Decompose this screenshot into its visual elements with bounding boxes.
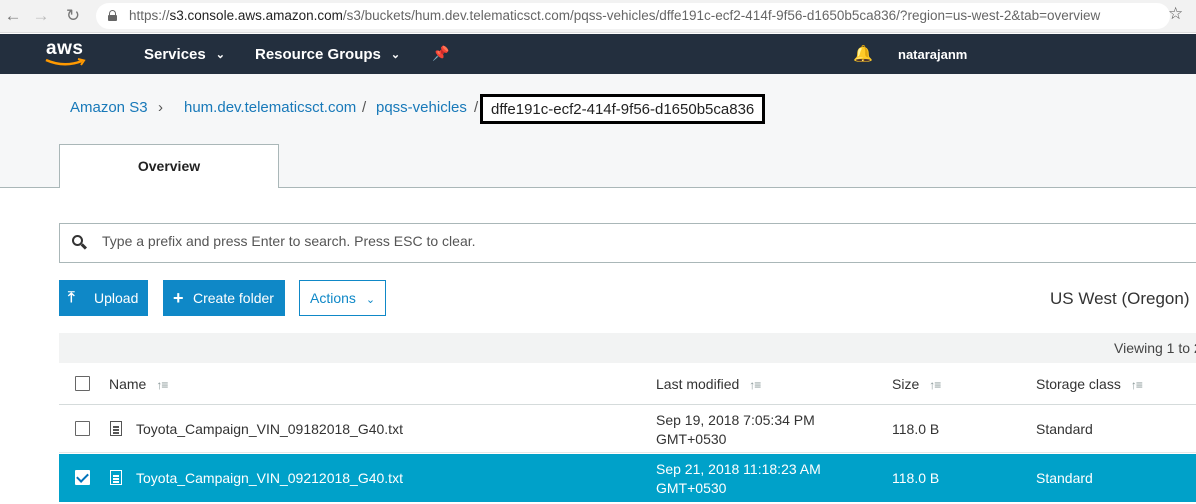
storage-class: Standard <box>1036 421 1093 437</box>
pin-icon[interactable]: 📌 <box>432 45 449 62</box>
aws-logo[interactable]: aws <box>45 38 90 68</box>
forward-arrow-icon[interactable]: → <box>30 5 52 27</box>
back-arrow-icon[interactable]: ← <box>2 5 24 27</box>
breadcrumb-separator: › <box>158 99 163 116</box>
sort-icon[interactable]: ↑≡ <box>929 378 941 392</box>
tab-divider <box>279 187 1196 188</box>
storage-class: Standard <box>1036 470 1093 486</box>
file-size: 118.0 B <box>892 470 940 486</box>
plus-icon: + <box>173 288 184 308</box>
aws-navbar: aws Services ⌄ Resource Groups ⌄ 📌 🔔 natar… <box>0 34 1196 74</box>
tab-overview[interactable]: Overview <box>59 144 279 188</box>
breadcrumb-current: dffe191c-ecf2-414f-9f56-d1650b5ca836 <box>480 94 766 124</box>
file-name-link[interactable]: Toyota_Campaign_VIN_09182018_G40.txt <box>136 421 403 437</box>
search-box <box>59 223 1196 263</box>
url-text[interactable]: https://s3.console.aws.amazon.com/s3/buc… <box>129 8 1100 23</box>
select-all-checkbox[interactable] <box>75 376 90 391</box>
user-menu[interactable]: natarajanm <box>898 47 967 62</box>
last-modified-tz: GMT+0530 <box>656 431 727 447</box>
search-input[interactable] <box>102 233 1182 249</box>
file-icon <box>110 421 122 436</box>
chevron-down-icon: ⌄ <box>365 294 376 306</box>
breadcrumb-separator: / <box>362 99 367 116</box>
file-size: 118.0 B <box>892 421 940 437</box>
last-modified-date: Sep 19, 2018 7:05:34 PM <box>656 412 815 428</box>
breadcrumb-folder[interactable]: pqss-vehicles <box>376 99 467 116</box>
last-modified-tz: GMT+0530 <box>656 480 727 496</box>
chevron-down-icon: ⌄ <box>215 49 225 61</box>
table-row-selected[interactable]: Toyota_Campaign_VIN_09212018_G40.txt Sep… <box>59 454 1196 502</box>
column-header-size[interactable]: Size ↑≡ <box>892 376 941 392</box>
breadcrumb-bucket[interactable]: hum.dev.telematicsct.com <box>184 99 356 116</box>
lock-icon <box>108 10 117 21</box>
sort-icon[interactable]: ↑≡ <box>156 378 168 392</box>
aws-smile-icon <box>45 58 86 66</box>
tab-divider <box>0 187 59 188</box>
upload-button[interactable]: ⤒ Upload <box>59 280 148 316</box>
row-checkbox[interactable] <box>75 470 90 485</box>
browser-toolbar: ← → ↻ https://s3.console.aws.amazon.com/… <box>0 0 1196 33</box>
row-checkbox[interactable] <box>75 421 90 436</box>
breadcrumb-amazon-s3[interactable]: Amazon S3 <box>70 99 148 116</box>
bell-icon[interactable]: 🔔 <box>853 44 873 64</box>
star-icon[interactable]: ☆ <box>1168 4 1183 24</box>
services-menu[interactable]: Services ⌄ <box>144 46 225 63</box>
last-modified-date: Sep 21, 2018 11:18:23 AM <box>656 461 821 477</box>
file-name-link[interactable]: Toyota_Campaign_VIN_09212018_G40.txt <box>136 470 403 486</box>
create-folder-button[interactable]: + Create folder <box>163 280 285 316</box>
address-bar[interactable]: https://s3.console.aws.amazon.com/s3/buc… <box>96 3 1170 29</box>
column-header-last-modified[interactable]: Last modified ↑≡ <box>656 376 761 392</box>
region-label: US West (Oregon) <box>1050 289 1190 308</box>
chevron-down-icon: ⌄ <box>390 49 401 61</box>
breadcrumb-separator: / <box>474 99 479 116</box>
sort-icon[interactable]: ↑≡ <box>1131 378 1143 392</box>
sort-icon[interactable]: ↑≡ <box>749 378 761 392</box>
actions-button[interactable]: Actions ⌄ <box>299 280 386 316</box>
file-icon <box>110 470 122 485</box>
table-row[interactable]: Toyota_Campaign_VIN_09182018_G40.txt Sep… <box>59 405 1196 453</box>
upload-icon: ⤒ <box>68 289 75 306</box>
table-header <box>59 363 1196 405</box>
pagination-bar <box>59 333 1196 363</box>
column-header-storage-class[interactable]: Storage class ↑≡ <box>1036 376 1143 392</box>
column-header-name[interactable]: Name ↑≡ <box>109 376 168 392</box>
resource-groups-menu[interactable]: Resource Groups ⌄ <box>255 46 400 63</box>
search-icon <box>72 235 88 251</box>
viewing-count: Viewing 1 to 2 <box>1114 340 1196 356</box>
reload-icon[interactable]: ↻ <box>62 5 84 27</box>
